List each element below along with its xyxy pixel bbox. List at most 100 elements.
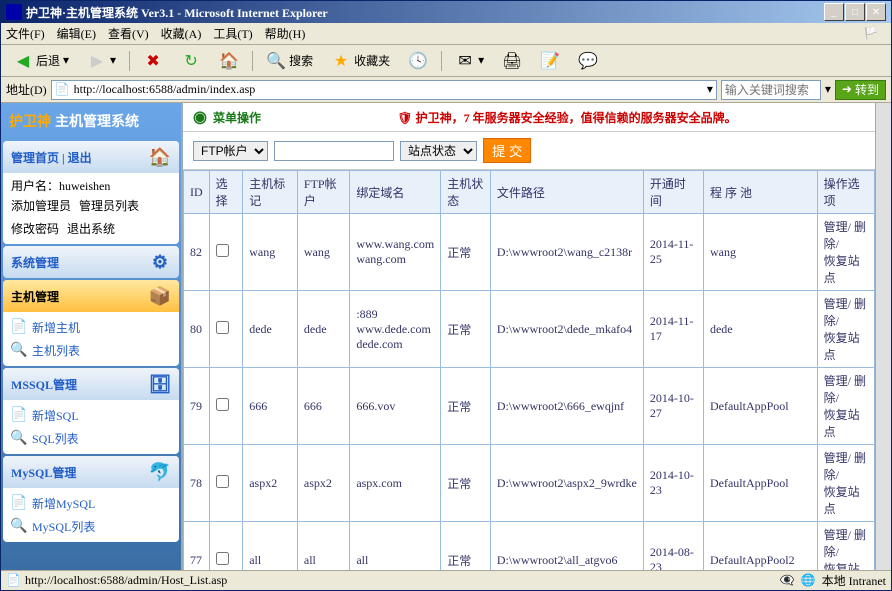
chevron-down-icon[interactable]: ▾: [707, 82, 713, 97]
row-ops[interactable]: 管理/ 删除/恢复站点: [817, 445, 874, 522]
fav-button[interactable]: ★收藏夹: [324, 49, 397, 73]
row-ops[interactable]: 管理/ 删除/恢复站点: [817, 291, 874, 368]
sidebar-panel-header[interactable]: MySQL管理🐬: [3, 456, 179, 488]
edit-button[interactable]: 📝: [533, 49, 567, 73]
sidebar-link[interactable]: 🔍主机列表: [11, 339, 171, 362]
cell: dede: [297, 291, 349, 368]
sidebar-link[interactable]: 修改密码: [11, 217, 59, 240]
menu-edit[interactable]: 编辑(E): [57, 25, 96, 42]
menu-view[interactable]: 查看(V): [108, 25, 149, 42]
row-checkbox[interactable]: [216, 244, 229, 257]
back-button[interactable]: ◀后退▾: [6, 49, 76, 73]
column-header: 操作选项: [817, 171, 874, 214]
sidebar-link[interactable]: 📄新增SQL: [11, 404, 171, 427]
msg-button[interactable]: 💬: [571, 49, 605, 73]
stop-icon: ✖: [143, 51, 163, 71]
page-icon: 📄: [6, 573, 21, 588]
filter-field-select[interactable]: FTP帐户: [193, 141, 268, 161]
column-header: ID: [184, 171, 210, 214]
row-ops[interactable]: 管理/ 删除/恢复站点: [817, 214, 874, 291]
sidebar-link[interactable]: 退出系统: [67, 217, 115, 240]
cell: wang: [243, 214, 298, 291]
row-ops[interactable]: 管理/ 删除/恢复站点: [817, 522, 874, 571]
go-button[interactable]: ➜转到: [835, 80, 886, 100]
refresh-button[interactable]: ↻: [174, 49, 208, 73]
column-header: 绑定域名: [350, 171, 441, 214]
separator: [129, 51, 130, 71]
cell: 2014-11-17: [643, 291, 703, 368]
main-content: ◉ 菜单操作 🛡 护卫神，7 年服务器安全经验，值得信赖的服务器安全品牌。 FT…: [181, 103, 875, 570]
go-icon: ➜: [842, 82, 852, 97]
statusbar: 📄 http://localhost:6588/admin/Host_List.…: [1, 570, 891, 590]
column-header: 开通时间: [643, 171, 703, 214]
forward-button[interactable]: ▶▾: [80, 49, 123, 73]
cell: DefaultAppPool: [703, 445, 817, 522]
print-icon: 🖨: [502, 51, 522, 71]
sidebar-link[interactable]: 管理员列表: [79, 194, 139, 217]
minimize-button[interactable]: _: [824, 3, 844, 21]
row-checkbox[interactable]: [216, 552, 229, 565]
table-row: 79666666666.vov正常D:\wwwroot2\666_ewqjnf2…: [184, 368, 875, 445]
cell: all: [350, 522, 441, 571]
privacy-icon: 👁‍🗨: [780, 573, 795, 588]
home-button[interactable]: 🏠: [212, 49, 246, 73]
cell: 79: [184, 368, 210, 445]
sidebar-link[interactable]: 📄新增主机: [11, 316, 171, 339]
menu-fav[interactable]: 收藏(A): [161, 25, 202, 42]
column-header: 主机状态: [441, 171, 491, 214]
sidebar-panel-header[interactable]: 系统管理⚙: [3, 246, 179, 278]
submit-button[interactable]: 提 交: [483, 138, 531, 163]
filter-bar: FTP帐户 站点状态 提 交: [183, 132, 875, 170]
cell: DefaultAppPool2: [703, 522, 817, 571]
cell: 正常: [441, 445, 491, 522]
mail-button[interactable]: ✉▾: [448, 49, 491, 73]
menu-tool[interactable]: 工具(T): [213, 25, 252, 42]
panel-icon: 🐬: [149, 461, 171, 483]
sidebar-link[interactable]: 📄新增MySQL: [11, 492, 171, 515]
filter-text-input[interactable]: [274, 141, 394, 161]
stop-button[interactable]: ✖: [136, 49, 170, 73]
cell: D:\wwwroot2\all_atgvo6: [490, 522, 643, 571]
sidebar-panel-header[interactable]: 主机管理📦: [3, 280, 179, 312]
column-header: FTP帐户: [297, 171, 349, 214]
keyword-input[interactable]: [721, 80, 821, 100]
sidebar-link[interactable]: 🔍MySQL列表: [11, 515, 171, 538]
menu-icon[interactable]: ◉: [193, 107, 207, 127]
row-checkbox[interactable]: [216, 321, 229, 334]
cell: 2014-08-23: [643, 522, 703, 571]
cell: aspx2: [297, 445, 349, 522]
row-checkbox[interactable]: [216, 398, 229, 411]
menu-file[interactable]: 文件(F): [6, 25, 45, 42]
cell: 666.vov: [350, 368, 441, 445]
address-input[interactable]: 📄 http://localhost:6588/admin/index.asp …: [51, 80, 717, 100]
history-button[interactable]: 🕓: [401, 49, 435, 73]
cell: 正常: [441, 368, 491, 445]
toolbar: ◀后退▾ ▶▾ ✖ ↻ 🏠 🔍搜索 ★收藏夹 🕓 ✉▾ 🖨 📝 💬: [1, 45, 891, 77]
sidebar-link[interactable]: 添加管理员: [11, 194, 71, 217]
print-button[interactable]: 🖨: [495, 49, 529, 73]
sidebar-panel-header[interactable]: 管理首页 | 退出🏠: [3, 141, 179, 173]
addressbar: 地址(D) 📄 http://localhost:6588/admin/inde…: [1, 77, 891, 103]
window-title: 护卫神·主机管理系统 Ver3.1 - Microsoft Internet E…: [26, 4, 328, 21]
separator: [252, 51, 253, 71]
sidebar-link[interactable]: 🔍SQL列表: [11, 427, 171, 450]
cell: 2014-11-25: [643, 214, 703, 291]
row-ops[interactable]: 管理/ 删除/恢复站点: [817, 368, 874, 445]
search-button[interactable]: 🔍搜索: [259, 49, 320, 73]
filter-status-select[interactable]: 站点状态: [400, 141, 477, 161]
cell: aspx.com: [350, 445, 441, 522]
row-checkbox[interactable]: [216, 475, 229, 488]
sidebar-item-icon: 📄: [11, 496, 27, 512]
close-button[interactable]: ✕: [866, 3, 886, 21]
sidebar-panel-header[interactable]: MSSQL管理🗄: [3, 368, 179, 400]
scrollbar[interactable]: [875, 103, 891, 570]
maximize-button[interactable]: □: [845, 3, 865, 21]
cell: 666: [297, 368, 349, 445]
table-row: 77allallall正常D:\wwwroot2\all_atgvo62014-…: [184, 522, 875, 571]
chevron-down-icon[interactable]: ▾: [825, 82, 831, 97]
separator: [441, 51, 442, 71]
table-row: 78aspx2aspx2aspx.com正常D:\wwwroot2\aspx2_…: [184, 445, 875, 522]
page-icon: 📄: [55, 82, 70, 97]
menu-help[interactable]: 帮助(H): [265, 25, 306, 42]
sidebar-item-icon: 📄: [11, 320, 27, 336]
